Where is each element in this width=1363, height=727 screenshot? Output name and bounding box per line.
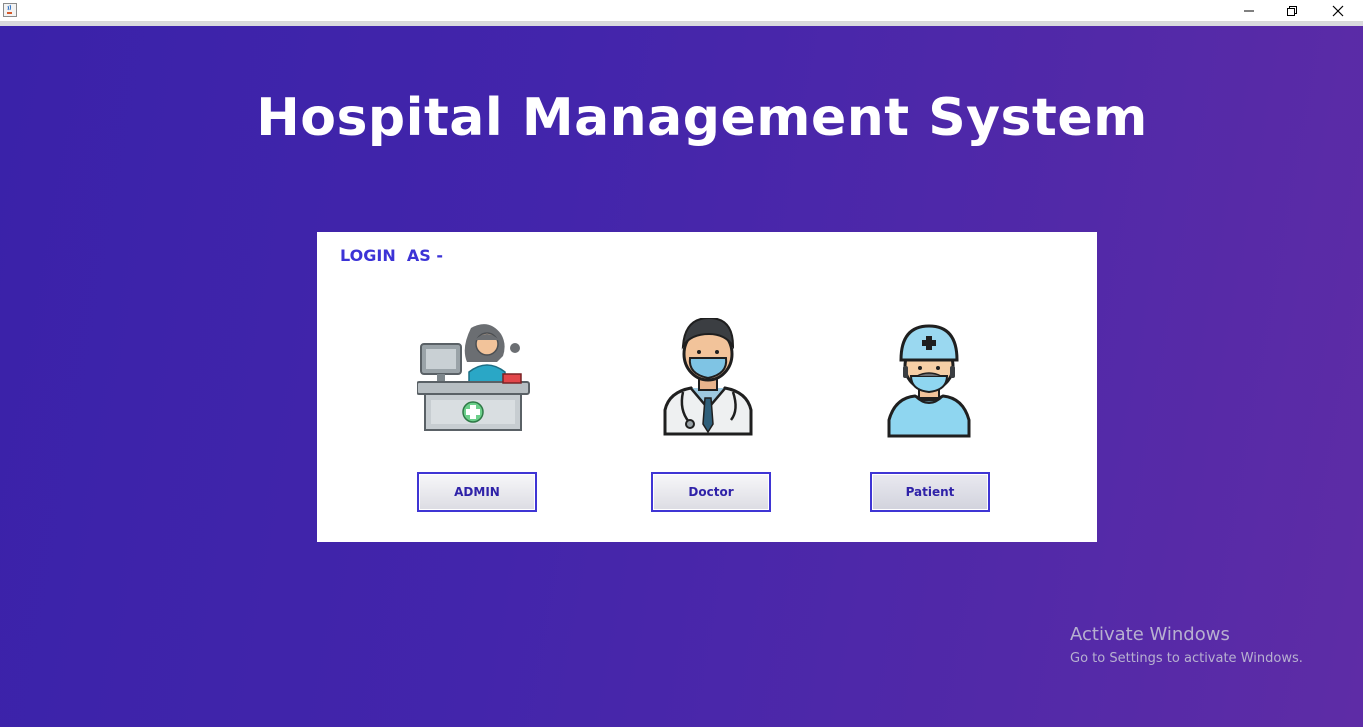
windows-activation-watermark: Activate Windows Go to Settings to activ… [1070,624,1303,666]
window-titlebar [0,0,1363,22]
restore-icon [1287,6,1297,16]
page-title: Hospital Management System [256,88,1148,148]
java-cup-icon[interactable] [2,2,18,18]
restore-button[interactable] [1269,0,1315,22]
admin-button[interactable]: ADMIN [417,472,537,512]
minimize-icon [1244,10,1254,12]
receptionist-desk-icon [417,320,531,432]
watermark-subtitle: Go to Settings to activate Windows. [1070,651,1303,666]
patient-icon [887,324,971,438]
doctor-button[interactable]: Doctor [651,472,771,512]
patient-button[interactable]: Patient [870,472,990,512]
close-icon [1332,5,1344,17]
minimize-button[interactable] [1226,0,1272,22]
close-button[interactable] [1315,0,1361,22]
doctor-icon [663,318,753,436]
main-content: Hospital Management System LOGIN AS - AD… [0,26,1363,727]
login-panel: LOGIN AS - ADMIN Doctor Patient [317,232,1097,542]
watermark-title: Activate Windows [1070,624,1230,645]
login-heading: LOGIN AS - [340,246,443,265]
